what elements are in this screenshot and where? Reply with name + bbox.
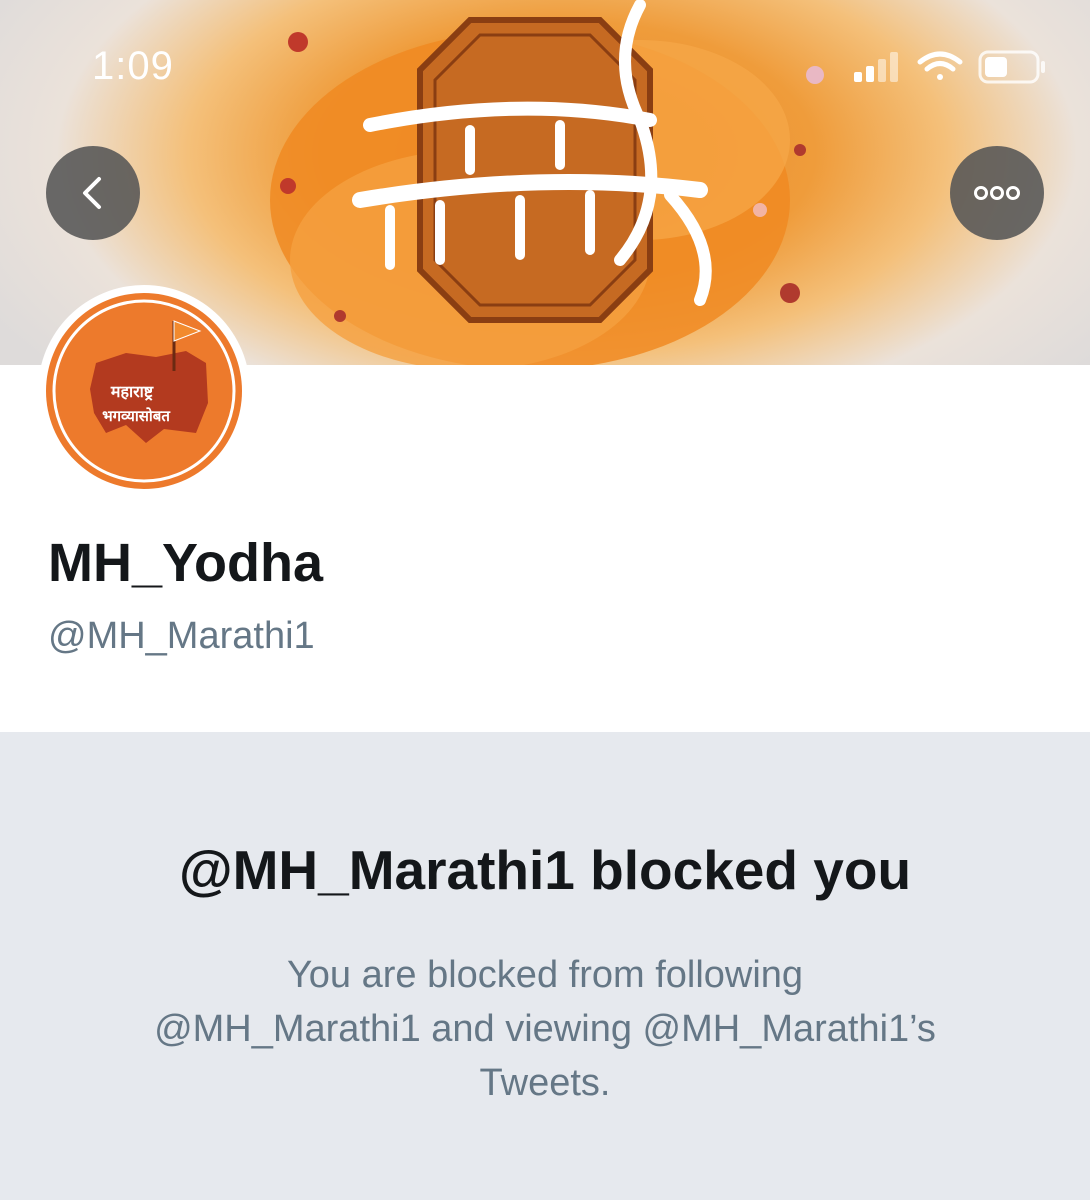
chevron-left-icon — [83, 177, 101, 209]
battery-icon — [978, 50, 1045, 84]
blocked-title: @MH_Marathi1 blocked you — [178, 839, 912, 901]
back-button[interactable] — [46, 146, 140, 240]
profile-avatar[interactable]: महाराष्ट्र भगव्यासोबत — [38, 285, 250, 497]
avatar: महाराष्ट्र भगव्यासोबत — [46, 293, 242, 489]
avatar-text-line2: भगव्यासोबत — [102, 407, 171, 425]
status-time: 1:09 — [92, 44, 174, 88]
avatar-artwork: महाराष्ट्र भगव्यासोबत — [52, 299, 236, 483]
profile-handle: @MH_Marathi1 — [48, 615, 315, 657]
more-options-button[interactable] — [950, 146, 1044, 240]
blocked-desc-line1: You are blocked from following — [286, 954, 804, 996]
display-name: MH_Yodha — [48, 533, 324, 593]
signal-icon — [854, 52, 898, 82]
more-horizontal-icon — [974, 186, 1020, 200]
wifi-icon — [917, 51, 963, 80]
status-icons — [854, 50, 1045, 84]
blocked-description: You are blocked from following @MH_Marat… — [70, 948, 1020, 1110]
avatar-text-line1: महाराष्ट्र — [110, 382, 154, 401]
blocked-desc-line3: Tweets. — [479, 1062, 611, 1104]
blocked-desc-line2: @MH_Marathi1 and viewing @MH_Marathi1’s — [154, 1008, 936, 1050]
